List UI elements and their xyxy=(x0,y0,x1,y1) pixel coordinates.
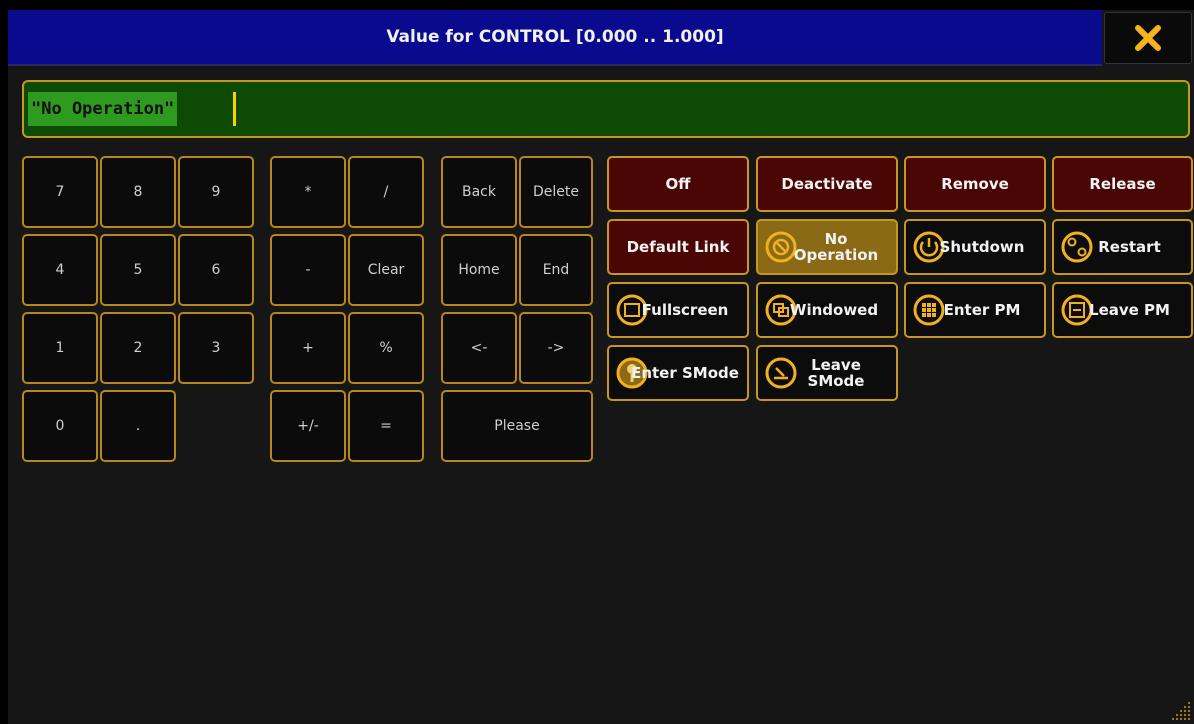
restart-label: Restart xyxy=(1098,238,1161,256)
no-operation-button[interactable]: No Operation xyxy=(756,219,898,275)
value-input[interactable]: "No Operation" xyxy=(22,80,1190,138)
key-multiply[interactable]: * xyxy=(270,156,346,228)
leave-smode-label: Leave SMode xyxy=(808,357,865,389)
key-end[interactable]: End xyxy=(519,234,593,306)
leave-smode-label-line1: Leave xyxy=(811,356,861,374)
remove-button[interactable]: Remove xyxy=(904,156,1046,212)
off-button[interactable]: Off xyxy=(607,156,749,212)
leave-pm-label: Leave PM xyxy=(1089,301,1170,319)
shutdown-button[interactable]: Shutdown xyxy=(904,219,1046,275)
release-button[interactable]: Release xyxy=(1052,156,1193,212)
resize-grip-icon[interactable] xyxy=(1170,700,1192,722)
leave-smode-button[interactable]: Leave SMode xyxy=(756,345,898,401)
enter-smode-label: Enter SMode xyxy=(631,364,739,382)
calculator-dialog: Value for CONTROL [0.000 .. 1.000] "No O… xyxy=(8,10,1194,724)
release-label: Release xyxy=(1089,175,1156,193)
windowed-button[interactable]: Windowed xyxy=(756,282,898,338)
key-back[interactable]: Back xyxy=(441,156,517,228)
key-1[interactable]: 1 xyxy=(22,312,98,384)
key-equals[interactable]: = xyxy=(348,390,424,462)
key-cursor-left[interactable]: <- xyxy=(441,312,517,384)
default-link-label: Default Link xyxy=(626,238,730,256)
title-bar: Value for CONTROL [0.000 .. 1.000] xyxy=(8,10,1102,66)
leave-smode-icon xyxy=(765,357,797,389)
restart-button[interactable]: Restart xyxy=(1052,219,1193,275)
enter-pm-button[interactable]: Enter PM xyxy=(904,282,1046,338)
app-root: Value for CONTROL [0.000 .. 1.000] "No O… xyxy=(0,0,1194,724)
deactivate-button[interactable]: Deactivate xyxy=(756,156,898,212)
key-7[interactable]: 7 xyxy=(22,156,98,228)
remove-label: Remove xyxy=(941,175,1009,193)
key-please[interactable]: Please xyxy=(441,390,593,462)
off-label: Off xyxy=(665,175,691,193)
key-percent[interactable]: % xyxy=(348,312,424,384)
key-2[interactable]: 2 xyxy=(100,312,176,384)
key-3[interactable]: 3 xyxy=(178,312,254,384)
key-plus[interactable]: + xyxy=(270,312,346,384)
fullscreen-label: Fullscreen xyxy=(641,301,729,319)
restart-icon xyxy=(1061,231,1093,263)
key-clear[interactable]: Clear xyxy=(348,234,424,306)
key-6[interactable]: 6 xyxy=(178,234,254,306)
enter-pm-label: Enter PM xyxy=(943,301,1021,319)
shutdown-label: Shutdown xyxy=(939,238,1025,256)
no-operation-label: No Operation xyxy=(794,231,878,263)
key-minus[interactable]: - xyxy=(270,234,346,306)
key-4[interactable]: 4 xyxy=(22,234,98,306)
key-9[interactable]: 9 xyxy=(178,156,254,228)
key-plus-minus[interactable]: +/- xyxy=(270,390,346,462)
close-button[interactable] xyxy=(1104,12,1192,64)
windowed-label: Windowed xyxy=(789,301,879,319)
enter-smode-button[interactable]: Enter SMode xyxy=(607,345,749,401)
key-8[interactable]: 8 xyxy=(100,156,176,228)
leave-pm-button[interactable]: Leave PM xyxy=(1052,282,1193,338)
fullscreen-button[interactable]: Fullscreen xyxy=(607,282,749,338)
dialog-title: Value for CONTROL [0.000 .. 1.000] xyxy=(386,27,724,47)
leave-smode-label-line2: SMode xyxy=(807,372,865,390)
no-operation-label-line2: Operation xyxy=(793,246,879,264)
grid-icon xyxy=(913,294,945,326)
key-5[interactable]: 5 xyxy=(100,234,176,306)
key-cursor-right[interactable]: -> xyxy=(519,312,593,384)
no-operation-label-line1: No xyxy=(824,230,848,248)
key-home[interactable]: Home xyxy=(441,234,517,306)
default-link-button[interactable]: Default Link xyxy=(607,219,749,275)
deactivate-label: Deactivate xyxy=(781,175,873,193)
text-caret xyxy=(233,92,236,126)
key-delete[interactable]: Delete xyxy=(519,156,593,228)
input-selected-text: "No Operation" xyxy=(28,92,178,126)
key-0[interactable]: 0 xyxy=(22,390,98,462)
key-decimal[interactable]: . xyxy=(100,390,176,462)
key-divide[interactable]: / xyxy=(348,156,424,228)
close-icon xyxy=(1135,25,1161,51)
